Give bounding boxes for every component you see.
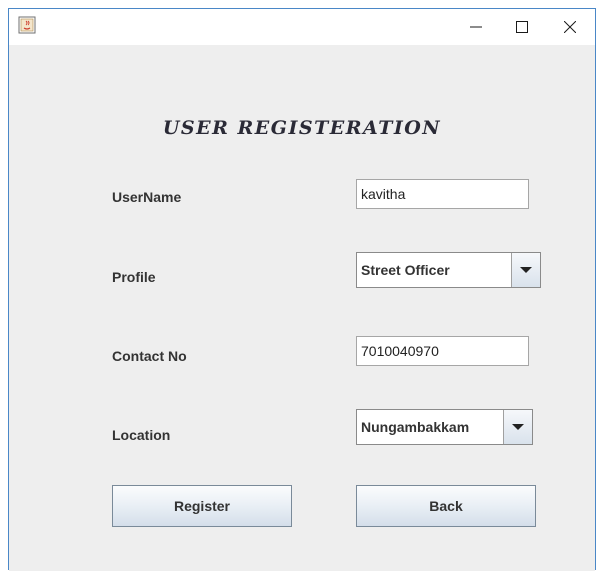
username-field[interactable] <box>356 179 529 209</box>
profile-label: Profile <box>112 269 156 285</box>
username-label: UserName <box>112 189 182 205</box>
location-dropdown-arrow[interactable] <box>503 410 532 444</box>
maximize-button[interactable] <box>499 9 545 45</box>
java-app-icon <box>18 16 36 34</box>
location-label: Location <box>112 427 171 443</box>
minimize-button[interactable] <box>453 9 499 45</box>
chevron-down-icon <box>520 267 532 273</box>
close-icon <box>564 21 576 33</box>
contact-field[interactable] <box>356 336 529 366</box>
location-selected-value: Nungambakkam <box>357 410 503 444</box>
maximize-icon <box>516 21 528 33</box>
page-title: USER REGISTERATION <box>162 117 442 139</box>
app-window: USER REGISTERATION UserName Profile Stre… <box>8 8 596 571</box>
minimize-icon <box>470 26 482 28</box>
close-button[interactable] <box>547 9 593 45</box>
register-button[interactable]: Register <box>112 485 292 527</box>
form-panel: USER REGISTERATION UserName Profile Stre… <box>9 45 595 571</box>
profile-dropdown-arrow[interactable] <box>511 253 540 287</box>
location-dropdown[interactable]: Nungambakkam <box>356 409 533 445</box>
contact-label: Contact No <box>112 348 187 364</box>
profile-dropdown[interactable]: Street Officer <box>356 252 541 288</box>
profile-selected-value: Street Officer <box>357 253 511 287</box>
back-button[interactable]: Back <box>356 485 536 527</box>
chevron-down-icon <box>512 424 524 430</box>
title-bar[interactable] <box>9 9 595 45</box>
